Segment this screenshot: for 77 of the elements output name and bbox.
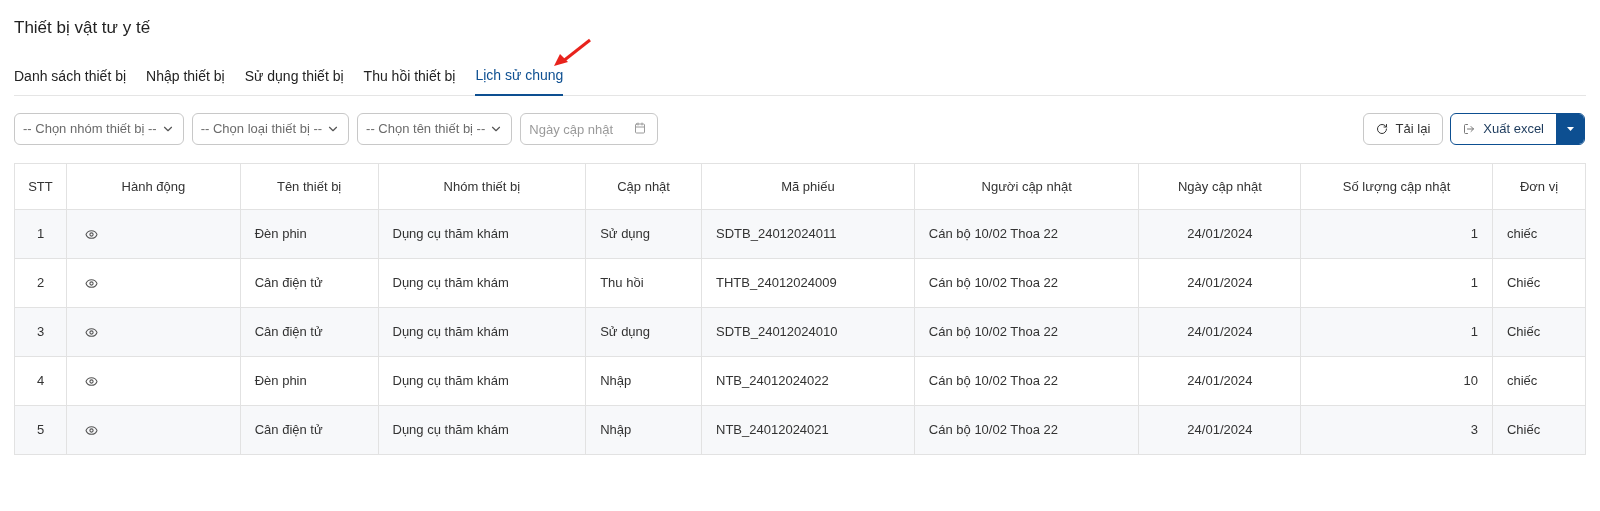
table-cell: NTB_24012024021 <box>701 405 915 455</box>
table-cell: Chiếc <box>1492 258 1586 308</box>
table-cell: Dụng cụ thăm khám <box>378 405 586 455</box>
date-field[interactable]: Ngày cập nhật <box>520 113 659 145</box>
view-icon[interactable] <box>85 374 98 388</box>
tab[interactable]: Danh sách thiết bị <box>14 62 127 96</box>
table-cell: Cán bộ 10/02 Thoa 22 <box>914 405 1139 455</box>
table-cell: 10 <box>1300 356 1493 406</box>
table-cell: SDTB_24012024010 <box>701 307 915 357</box>
table-cell: Cân điện tử <box>240 307 378 357</box>
table-cell: SDTB_24012024011 <box>701 209 915 259</box>
column-header: Ngày cập nhật <box>1138 163 1301 210</box>
column-header: Nhóm thiết bị <box>378 163 586 210</box>
table-cell: 24/01/2024 <box>1138 307 1301 357</box>
export-button[interactable]: Xuất excel <box>1450 113 1585 145</box>
table-cell: chiếc <box>1492 209 1586 259</box>
table-cell: 24/01/2024 <box>1138 209 1301 259</box>
tab[interactable]: Nhập thiết bị <box>146 62 225 96</box>
table-cell: Cán bộ 10/02 Thoa 22 <box>914 258 1139 308</box>
select-field[interactable]: -- Chọn tên thiết bị -- <box>357 113 513 145</box>
export-label: Xuất excel <box>1483 120 1544 139</box>
calendar-icon <box>634 122 647 134</box>
table-cell: 1 <box>14 209 67 259</box>
view-icon[interactable] <box>85 276 98 290</box>
table-cell: Dụng cụ thăm khám <box>378 307 586 357</box>
tab[interactable]: Thu hồi thiết bị <box>363 62 456 96</box>
view-icon[interactable] <box>85 423 98 437</box>
export-icon <box>1463 123 1476 135</box>
table-cell: Dụng cụ thăm khám <box>378 209 586 259</box>
table-cell: Đèn phin <box>240 356 378 406</box>
column-header: STT <box>14 163 67 210</box>
column-header: Cập nhật <box>585 163 702 210</box>
table-cell: Cán bộ 10/02 Thoa 22 <box>914 209 1139 259</box>
table-cell: 4 <box>14 356 67 406</box>
column-header: Số lượng cập nhật <box>1300 163 1493 210</box>
column-header: Mã phiếu <box>701 163 915 210</box>
table-cell: 1 <box>1300 209 1493 259</box>
table-cell: Dụng cụ thăm khám <box>378 356 586 406</box>
table-cell: 24/01/2024 <box>1138 356 1301 406</box>
table-cell: NTB_24012024022 <box>701 356 915 406</box>
reload-icon <box>1375 123 1388 135</box>
view-icon[interactable] <box>85 325 98 339</box>
table-cell: Dụng cụ thăm khám <box>378 258 586 308</box>
table-cell: Cân điện tử <box>240 405 378 455</box>
table-cell: Cán bộ 10/02 Thoa 22 <box>914 307 1139 357</box>
tab[interactable]: Sử dụng thiết bị <box>244 62 344 96</box>
table-cell: 24/01/2024 <box>1138 258 1301 308</box>
table-cell: Thu hồi <box>585 258 702 308</box>
table-cell: Chiếc <box>1492 307 1586 357</box>
table-cell: Sử dụng <box>585 307 702 357</box>
view-icon[interactable] <box>85 227 98 241</box>
table-cell: 3 <box>14 307 67 357</box>
table-cell: 5 <box>14 405 67 455</box>
column-header: Hành động <box>66 163 241 210</box>
table-cell: Nhập <box>585 405 702 455</box>
select-field[interactable]: -- Chọn nhóm thiết bị -- <box>14 113 184 145</box>
caret-icon <box>1566 127 1574 131</box>
table-cell: 1 <box>1300 258 1493 308</box>
select-field[interactable]: -- Chọn loại thiết bị -- <box>191 113 350 145</box>
table-cell: 2 <box>14 258 67 308</box>
table-cell: THTB_24012024009 <box>701 258 915 308</box>
column-header: Tên thiết bị <box>240 163 378 210</box>
table-cell: Đèn phin <box>240 209 378 259</box>
table-cell: Sử dụng <box>585 209 702 259</box>
table-cell: chiếc <box>1492 356 1586 406</box>
table-cell: Cân điện tử <box>240 258 378 308</box>
table-cell: 24/01/2024 <box>1138 405 1301 455</box>
column-header: Người cập nhật <box>914 163 1139 210</box>
table-cell: Nhập <box>585 356 702 406</box>
table-cell: Chiếc <box>1492 405 1586 455</box>
reload-button[interactable]: Tải lại <box>1362 113 1444 145</box>
table-cell: Cán bộ 10/02 Thoa 22 <box>914 356 1139 406</box>
table-cell: 3 <box>1300 405 1493 455</box>
page-title: Thiết bị vật tư y tế <box>14 17 152 39</box>
table-cell: 1 <box>1300 307 1493 357</box>
column-header: Đơn vị <box>1492 163 1586 210</box>
dropdown-toggle[interactable] <box>1556 114 1584 144</box>
